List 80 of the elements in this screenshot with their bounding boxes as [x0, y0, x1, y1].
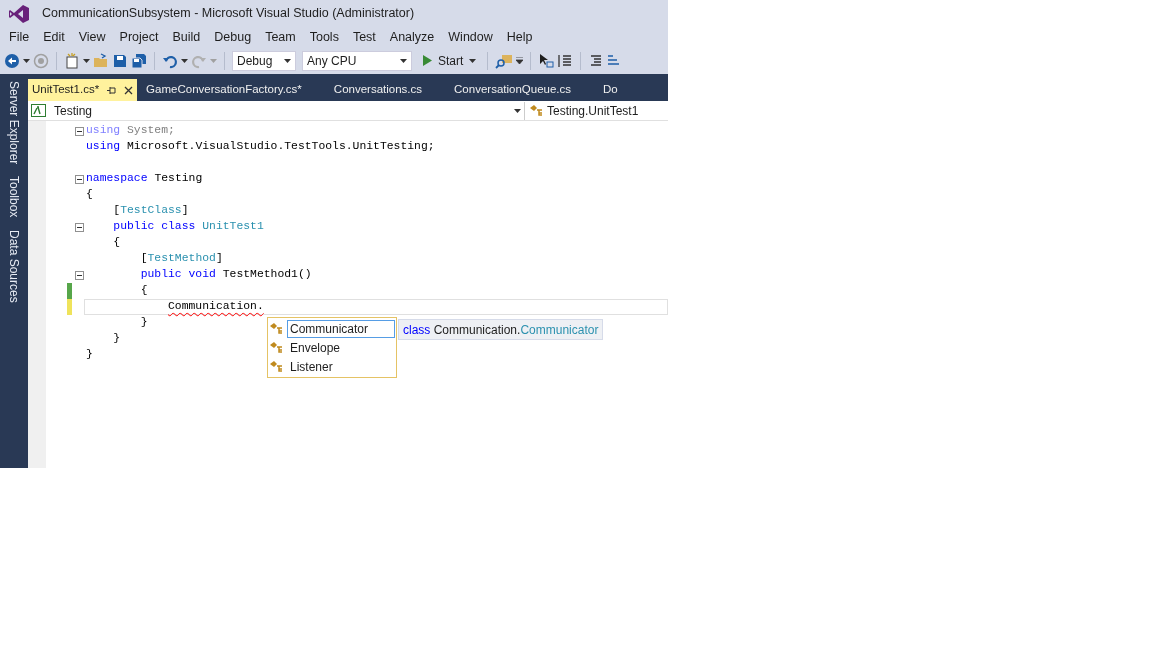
caret-icon[interactable]: [23, 58, 30, 63]
caret-icon[interactable]: [516, 56, 524, 65]
side-tab[interactable]: Toolbox: [5, 176, 23, 218]
class-icon: [269, 360, 284, 373]
caret-icon[interactable]: [181, 58, 188, 63]
project-dropdown[interactable]: Testing: [28, 101, 525, 120]
side-tab[interactable]: Data Sources: [5, 229, 23, 303]
editor-tab[interactable]: Do: [598, 79, 623, 101]
side-tab[interactable]: Server Explorer: [5, 81, 23, 165]
find-icon[interactable]: [495, 52, 514, 69]
completion-item[interactable]: Communicator: [287, 319, 395, 338]
code-token: TestMethod: [147, 251, 216, 267]
window-title: CommunicationSubsystem - Microsoft Visual Studio (Administrator): [42, 5, 415, 23]
menu-item[interactable]: Team: [258, 27, 303, 47]
caret-icon: [469, 58, 477, 63]
save-icon[interactable]: [112, 52, 128, 69]
code-token: {: [140, 283, 148, 299]
start-button[interactable]: Start: [419, 50, 481, 71]
code-token: }: [140, 315, 148, 331]
test-project-icon: [31, 104, 46, 117]
editor-tab[interactable]: Conversations.cs: [328, 79, 428, 101]
pin-icon[interactable]: [107, 85, 117, 95]
menu-item[interactable]: Build: [165, 27, 208, 47]
pointer-icon[interactable]: [538, 52, 555, 69]
menu-item[interactable]: Tools: [302, 27, 346, 47]
caret-icon: [514, 108, 521, 113]
code-token: using: [86, 139, 121, 155]
platform-dropdown[interactable]: Any CPU: [302, 50, 412, 71]
menu-item[interactable]: Edit: [36, 27, 72, 47]
play-icon: [423, 55, 432, 66]
back-icon[interactable]: [4, 52, 20, 69]
code-token: Microsoft.VisualStudio.TestTools.UnitTesting;: [127, 139, 435, 155]
caret-icon: [284, 58, 291, 63]
configuration-dropdown[interactable]: Debug: [232, 50, 296, 71]
code-token: }: [86, 347, 93, 363]
collapse-icon[interactable]: [74, 174, 84, 184]
menu-item[interactable]: File: [2, 27, 37, 47]
collapse-icon[interactable]: [74, 270, 84, 280]
menu-item[interactable]: Help: [499, 27, 540, 47]
menu-item[interactable]: Project: [112, 27, 166, 47]
code-token: System;: [127, 123, 175, 139]
code-token: Testing: [154, 171, 203, 187]
class-icon: [269, 341, 284, 354]
logo-icon: [8, 3, 30, 24]
collapse-icon[interactable]: [74, 222, 84, 232]
code-token: public void: [140, 267, 216, 283]
code-token: using: [86, 123, 121, 139]
code-token: public class: [113, 219, 196, 235]
code-token: TestMethod1(): [222, 267, 312, 283]
save-all-icon[interactable]: [131, 52, 147, 69]
editor-tab[interactable]: ConversationQueue.cs: [449, 79, 577, 101]
editor-tab[interactable]: GameConversationFactory.cs*: [141, 79, 307, 101]
code-token: UnitTest1: [202, 219, 264, 235]
close-icon[interactable]: [124, 85, 134, 95]
code-token: ]: [215, 251, 223, 267]
type-dropdown[interactable]: Testing.UnitTest1: [525, 101, 668, 120]
tooltip: class Communication.Communicator: [398, 319, 604, 340]
menu-item[interactable]: View: [71, 27, 113, 47]
code-token: }: [113, 331, 121, 347]
code-token: TestClass: [120, 203, 182, 219]
code-token: ]: [181, 203, 189, 219]
menu-item[interactable]: Window: [441, 27, 500, 47]
code-token: Communication.: [168, 299, 264, 315]
caret-icon[interactable]: [83, 58, 90, 63]
code-token: namespace: [86, 171, 148, 187]
code-token: [: [113, 203, 121, 219]
completion-item[interactable]: Listener: [287, 357, 395, 376]
menu-item[interactable]: Debug: [207, 27, 259, 47]
code-token: [: [140, 251, 148, 267]
completion-item[interactable]: Envelope: [287, 338, 395, 357]
collapse-icon[interactable]: [74, 126, 84, 136]
caret-icon: [400, 58, 407, 63]
list-icon[interactable]: [557, 52, 574, 69]
code-token: {: [113, 235, 121, 251]
editor-tab[interactable]: UnitTest1.cs*: [28, 79, 138, 101]
code-token: {: [86, 187, 93, 203]
class-icon: [269, 322, 284, 335]
menu-item[interactable]: Analyze: [382, 27, 442, 47]
menu-item[interactable]: Test: [345, 27, 383, 47]
class-icon: [529, 104, 543, 117]
